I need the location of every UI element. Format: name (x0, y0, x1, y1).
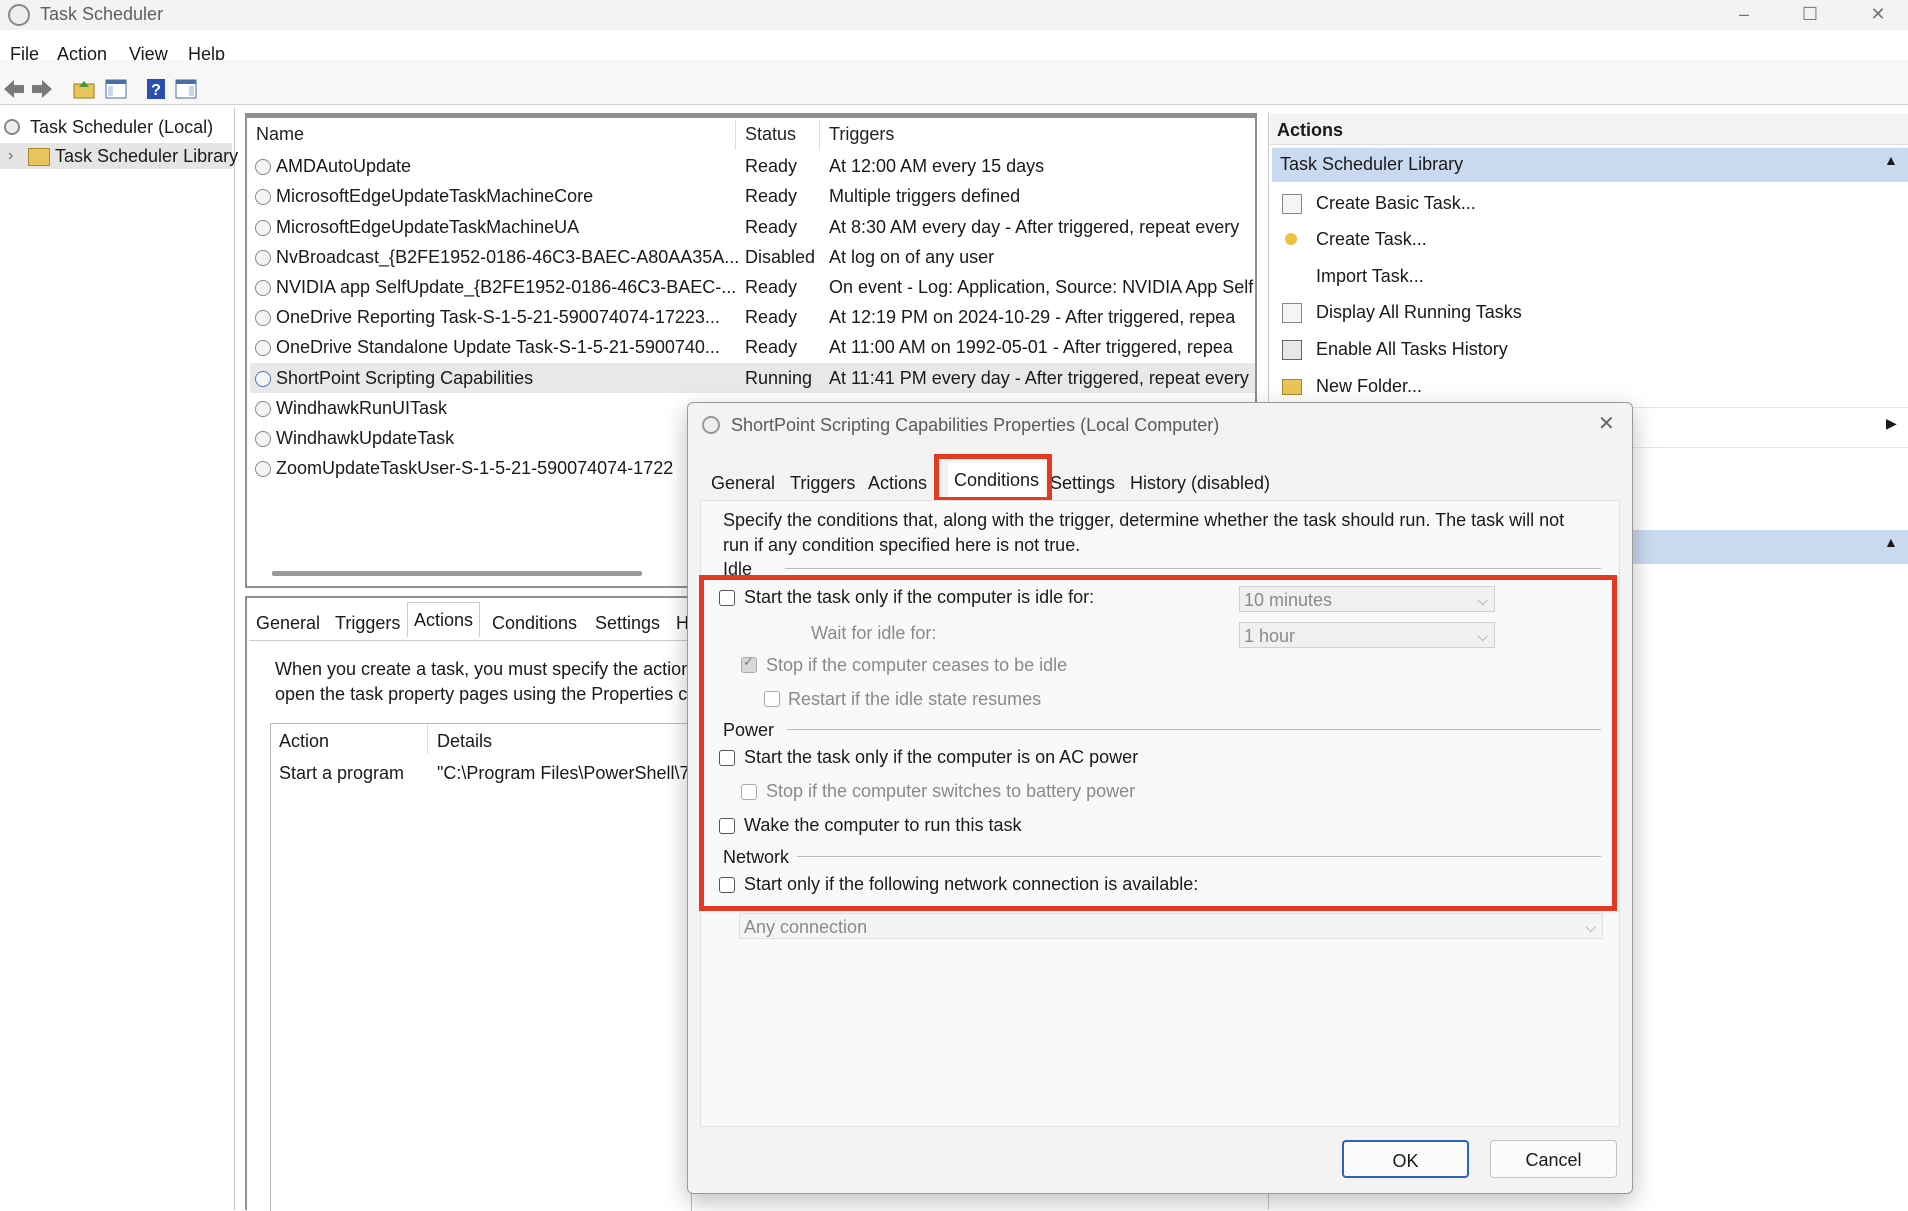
column-status[interactable]: Status (745, 124, 796, 145)
network-connection-value: Any connection (744, 917, 868, 937)
close-button[interactable]: ✕ (1848, 0, 1908, 30)
task-clock-icon (255, 280, 271, 296)
minimize-button[interactable]: – (1714, 0, 1774, 30)
actions-column-details[interactable]: Details (437, 731, 492, 752)
detail-text-line2: open the task property pages using the P… (275, 684, 688, 704)
back-arrow-icon[interactable] (2, 77, 26, 101)
folder-up-icon[interactable] (72, 77, 96, 101)
dialog-clock-icon (702, 416, 720, 434)
table-row[interactable]: NvBroadcast_{B2FE1952-0186-46C3-BAEC-A80… (250, 242, 1255, 272)
actions-row-action[interactable]: Start a program (279, 763, 404, 784)
dialog-tab-actions[interactable]: Actions (868, 466, 927, 500)
dialog-tab-general[interactable]: General (711, 466, 775, 500)
svg-text:?: ? (151, 82, 161, 99)
table-row-selected[interactable]: ShortPoint Scripting Capabilities Running… (250, 363, 1255, 393)
task-clock-icon (255, 371, 271, 387)
actions-section-label: Task Scheduler Library (1280, 154, 1464, 174)
task-clock-icon (255, 310, 271, 326)
tree-item-library[interactable]: › Task Scheduler Library (0, 143, 238, 169)
cancel-button[interactable]: Cancel (1490, 1140, 1617, 1178)
maximize-button[interactable]: ☐ (1780, 0, 1840, 30)
task-clock-icon (255, 189, 271, 205)
selected-item-section-header[interactable]: ▲ (1632, 530, 1908, 564)
detail-tab-actions[interactable]: Actions (407, 602, 481, 637)
title-bar: Task Scheduler – ☐ ✕ (0, 0, 1908, 30)
task-clock-icon (255, 220, 271, 236)
ok-button[interactable]: OK (1342, 1140, 1469, 1178)
table-row[interactable]: AMDAutoUpdate Ready At 12:00 AM every 15 d… (250, 151, 1255, 181)
dialog-tab-triggers[interactable]: Triggers (790, 466, 855, 500)
actions-row-details[interactable]: "C:\Program Files\PowerShell\7\ (437, 763, 694, 784)
table-row[interactable]: MicrosoftEdgeUpdateTaskMachineUA Ready At … (250, 212, 1255, 242)
table-row[interactable]: NVIDIA app SelfUpdate_{B2FE1952-0186-46C… (250, 272, 1255, 302)
window-title: Task Scheduler (40, 4, 164, 24)
history-log-icon (1282, 340, 1302, 360)
conditions-highlight-box (699, 575, 1617, 911)
help-icon[interactable]: ? (144, 77, 168, 101)
task-clock-icon (255, 250, 271, 266)
task-clock-icon (255, 340, 271, 356)
task-clock-icon (255, 401, 271, 417)
folder-icon (1282, 379, 1302, 395)
task-clock-icon (255, 461, 271, 477)
actions-pane-header: Actions (1277, 120, 1344, 140)
horizontal-scrollbar[interactable] (272, 571, 642, 576)
forward-arrow-icon[interactable] (30, 77, 54, 101)
console-tree (0, 108, 235, 1210)
wizard-icon (1282, 194, 1302, 214)
chevron-down-icon: ⌵ (1585, 919, 1596, 935)
folder-clock-icon (28, 148, 50, 166)
actions-section-header[interactable]: Task Scheduler Library ▲ (1272, 148, 1908, 182)
conditions-intro-line1: Specify the conditions that, along with … (723, 510, 1565, 530)
column-triggers[interactable]: Triggers (829, 124, 894, 145)
show-hide-console-tree-icon[interactable] (104, 77, 128, 101)
table-row[interactable]: OneDrive Standalone Update Task-S-1-5-21… (250, 332, 1255, 362)
dialog-tab-history[interactable]: History (disabled) (1130, 466, 1270, 500)
dialog-title: ShortPoint Scripting Capabilities Proper… (731, 415, 1220, 435)
show-hide-action-pane-icon[interactable] (174, 77, 198, 101)
task-clock-icon (255, 431, 271, 447)
column-name[interactable]: Name (256, 124, 304, 145)
detail-text-line1: When you create a task, you must specify… (275, 659, 692, 679)
actions-column-action[interactable]: Action (279, 731, 329, 752)
app-clock-icon (8, 4, 30, 26)
detail-tab-conditions[interactable]: Conditions (486, 606, 583, 640)
detail-tab-triggers[interactable]: Triggers (329, 606, 406, 640)
table-row[interactable]: MicrosoftEdgeUpdateTaskMachineCore Ready M… (250, 181, 1255, 211)
menu-bar (0, 30, 1908, 56)
toolbar (0, 60, 1908, 105)
task-clock-icon (255, 159, 271, 175)
network-connection-select[interactable]: Any connection ⌵ (739, 913, 1603, 939)
detail-tab-settings[interactable]: Settings (589, 606, 666, 640)
tree-label-library: Task Scheduler Library (55, 146, 239, 166)
actions-table (270, 723, 692, 1211)
conditions-intro-line2: run if any condition specified here is n… (723, 535, 1081, 555)
running-tasks-icon (1282, 303, 1302, 323)
collapse-up-icon[interactable]: ▲ (1884, 152, 1898, 168)
submenu-arrow-icon[interactable]: ▶ (1886, 415, 1897, 432)
table-row[interactable]: OneDrive Reporting Task-S-1-5-21-5900740… (250, 302, 1255, 332)
task-sparkle-icon (1285, 233, 1297, 245)
clock-icon (4, 119, 20, 135)
conditions-tab-highlight (934, 454, 1052, 502)
collapse-up-icon[interactable]: ▲ (1884, 534, 1898, 550)
chevron-right-icon[interactable]: › (8, 143, 13, 169)
dialog-close-button[interactable]: ✕ (1598, 411, 1615, 436)
tree-label-root: Task Scheduler (Local) (30, 117, 214, 137)
detail-tab-general[interactable]: General (250, 606, 326, 640)
dialog-tab-settings[interactable]: Settings (1050, 466, 1115, 500)
